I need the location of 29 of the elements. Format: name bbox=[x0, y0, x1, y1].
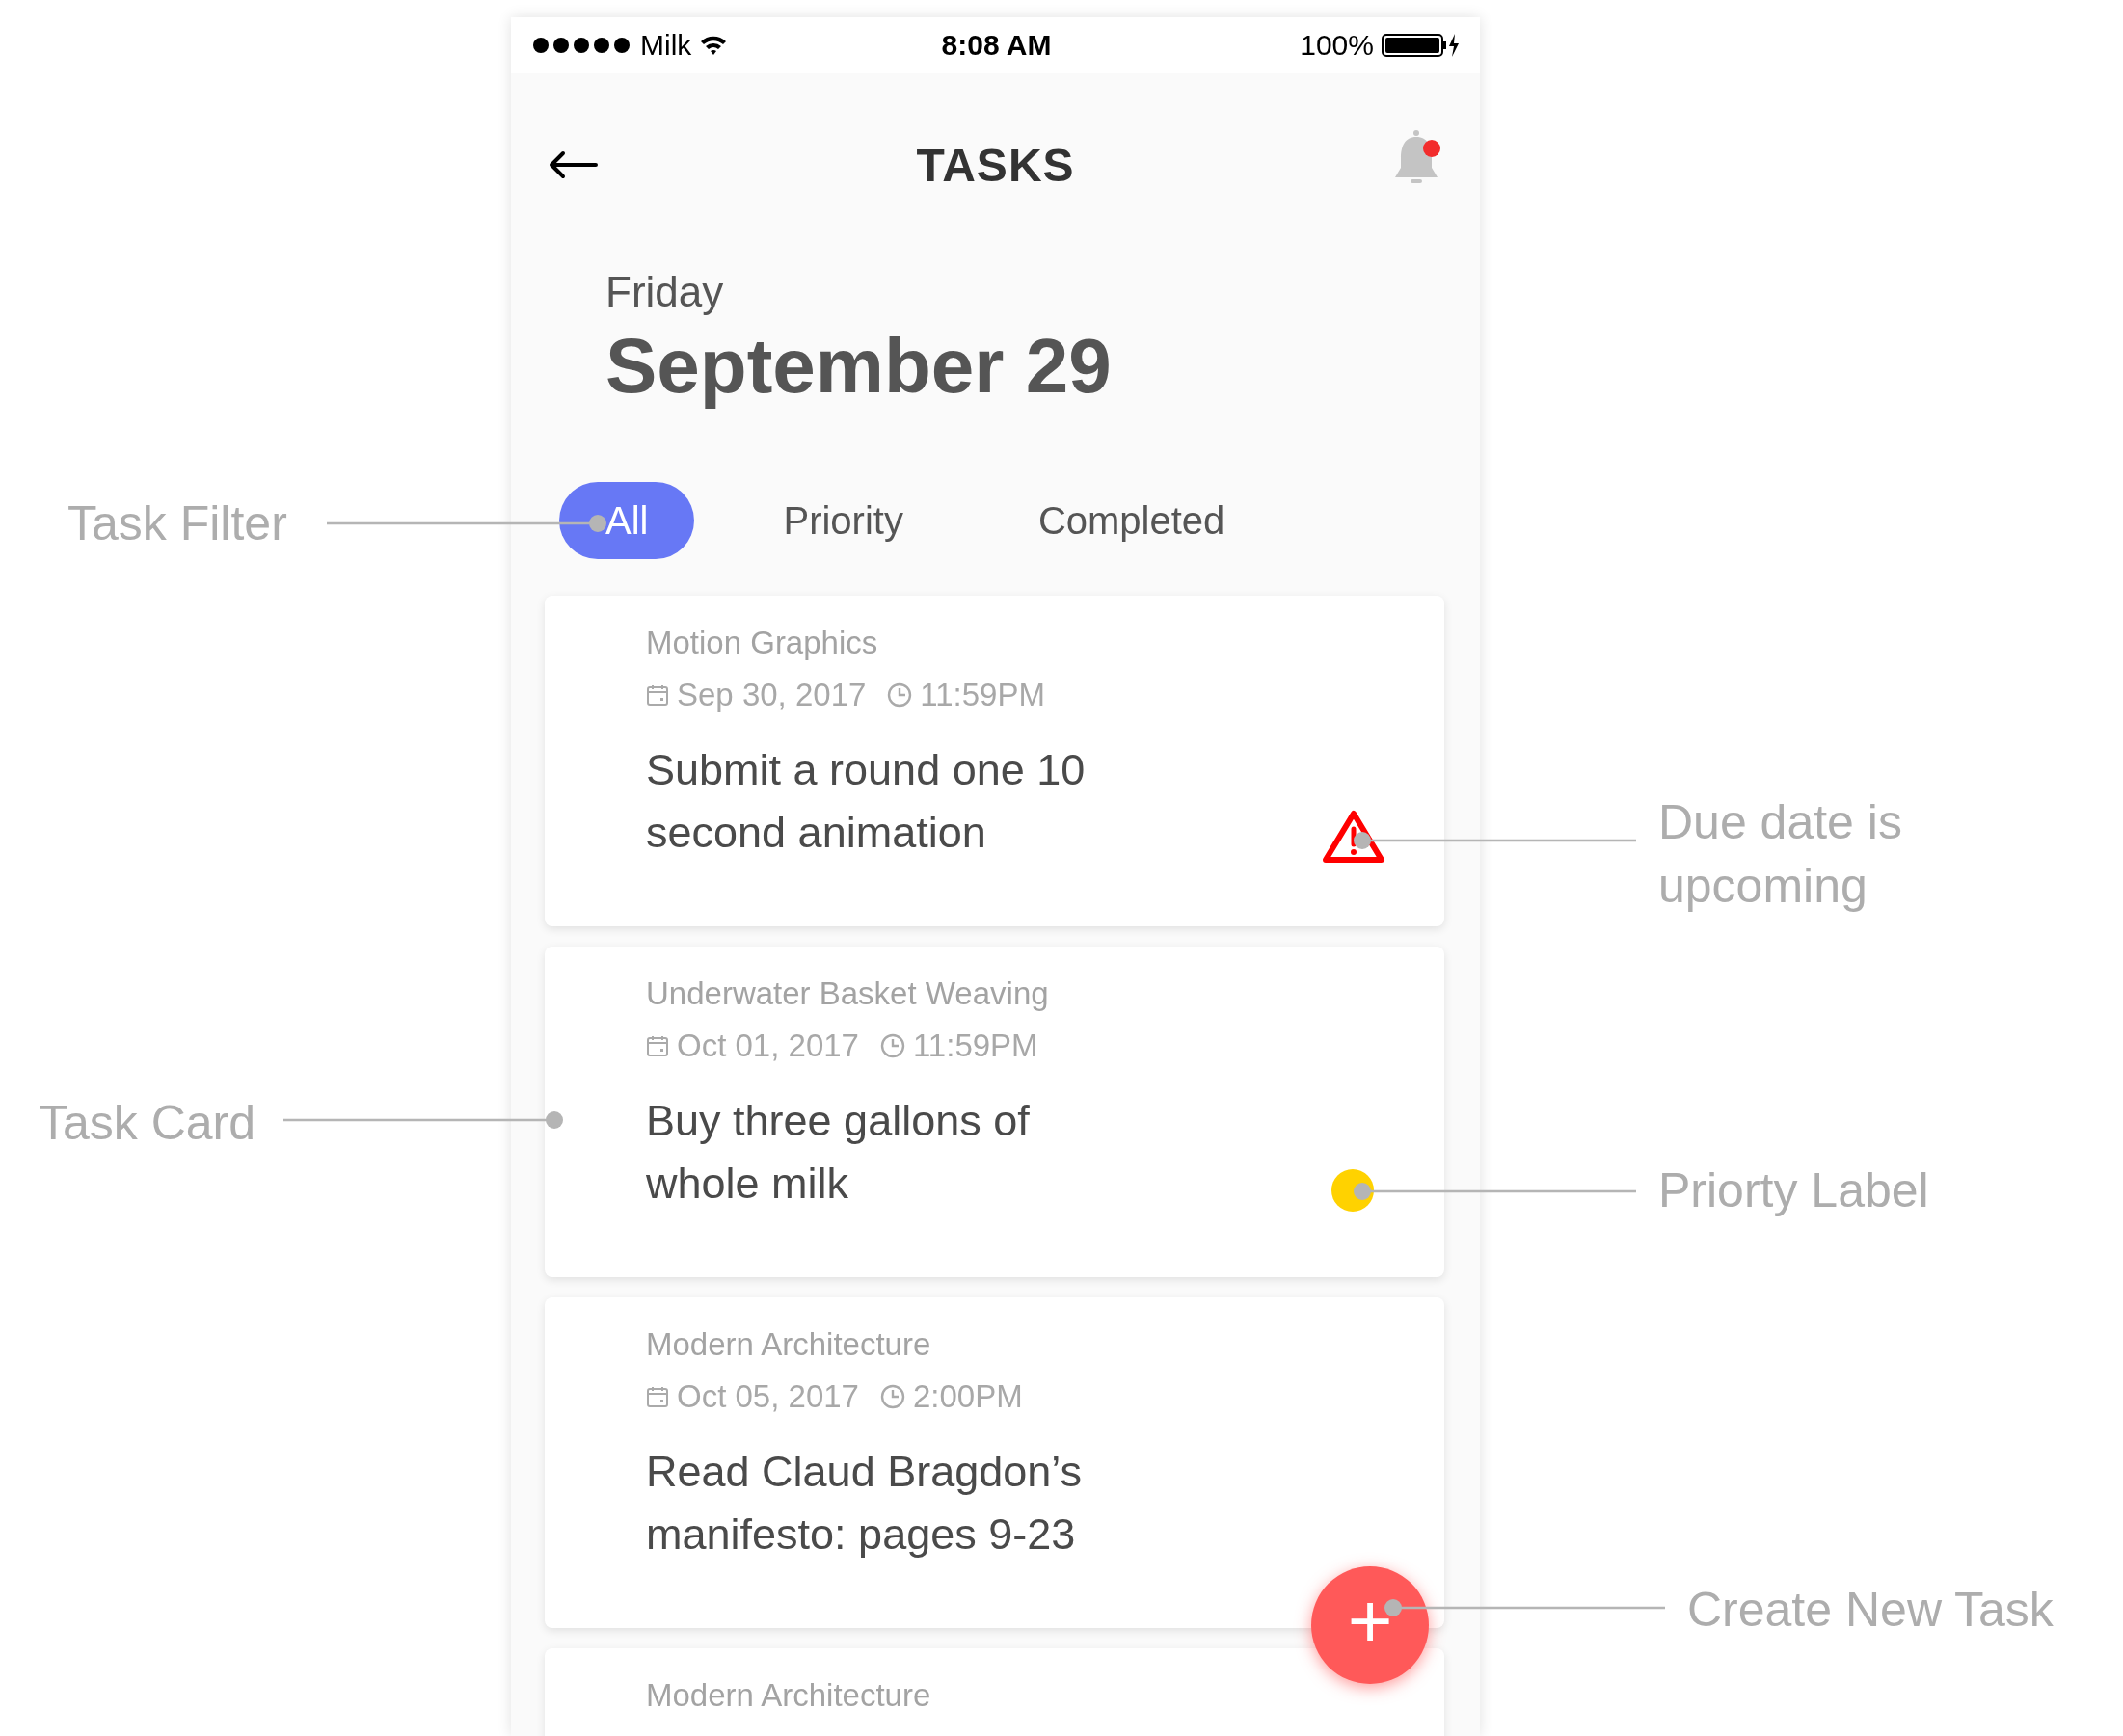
task-title: Read Claud Bragdon’s manifesto: pages 9-23 bbox=[646, 1446, 1082, 1561]
due-date: Oct 01, 2017 bbox=[677, 1027, 859, 1065]
task-card[interactable]: Motion Graphics Sep 30, 2017 11:59PM Submit a round one 10 second animation bbox=[545, 596, 1444, 926]
status-time: 8:08 AM bbox=[941, 29, 1052, 62]
battery-percent: 100% bbox=[1300, 29, 1374, 62]
annotation-label: Task Card bbox=[39, 1095, 256, 1152]
carrier-name: Milk bbox=[640, 29, 692, 62]
task-category: Underwater Basket Weaving bbox=[646, 975, 1049, 1013]
task-card[interactable]: Underwater Basket Weaving Oct 01, 2017 11:59PM Buy three gallons of whole milk bbox=[545, 947, 1444, 1277]
annotation-label: Priorty Label bbox=[1658, 1162, 1929, 1219]
task-category: Motion Graphics bbox=[646, 624, 878, 662]
task-title: Submit a round one 10 second animation bbox=[646, 744, 1086, 859]
annotation-label: Task Filter bbox=[67, 495, 287, 552]
task-title: Buy three gallons of whole milk bbox=[646, 1095, 1030, 1210]
weekday-label: Friday bbox=[605, 267, 725, 317]
task-category: Modern Architecture bbox=[646, 1676, 931, 1715]
date-heading: September 29 bbox=[605, 323, 1113, 410]
filter-tab[interactable]: Completed bbox=[991, 482, 1272, 559]
due-time: 2:00PM bbox=[912, 1377, 1023, 1416]
filter-tab[interactable]: Priority bbox=[737, 482, 950, 559]
annotation-label: Create New Task bbox=[1687, 1582, 2054, 1639]
annotation-label: Due date is upcoming bbox=[1658, 794, 1902, 915]
task-category: Modern Architecture bbox=[646, 1325, 931, 1364]
filter-tab[interactable]: All bbox=[559, 482, 695, 559]
due-date: Sep 30, 2017 bbox=[677, 676, 867, 714]
due-time: 11:59PM bbox=[912, 1027, 1038, 1065]
due-time: 11:59PM bbox=[920, 676, 1045, 714]
due-date: Oct 05, 2017 bbox=[677, 1377, 859, 1416]
screen-title: TASKS bbox=[916, 138, 1075, 192]
